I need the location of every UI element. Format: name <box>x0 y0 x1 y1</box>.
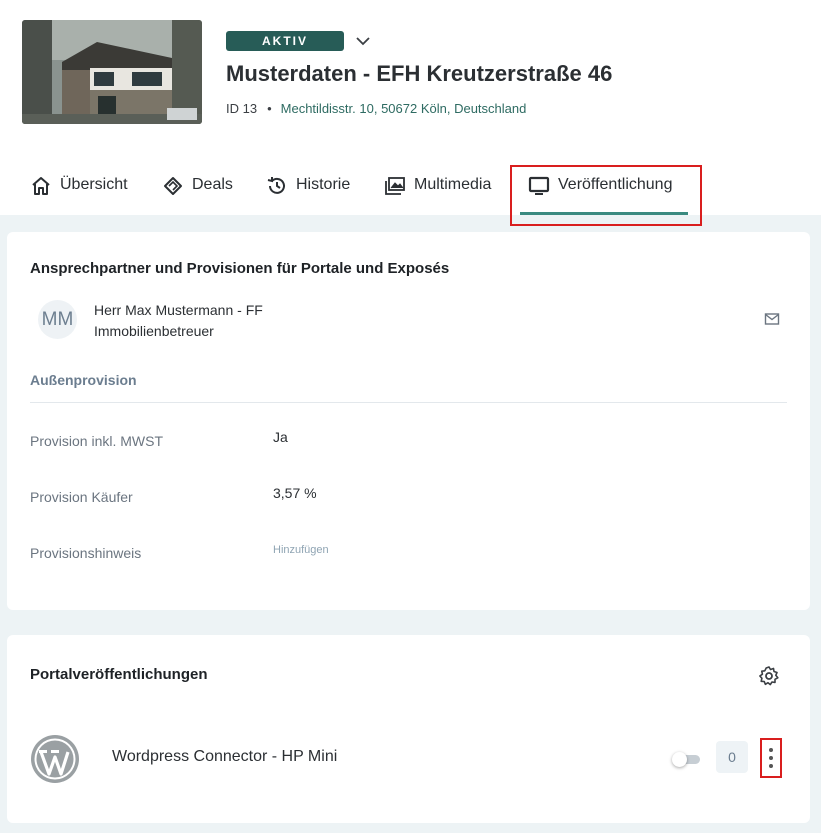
handshake-icon <box>164 177 182 195</box>
row-value: 3,57 % <box>273 485 317 501</box>
row-label: Provisionshinweis <box>30 545 142 561</box>
row-label: Provision inkl. MWST <box>30 433 164 449</box>
add-note-link[interactable]: Hinzufügen <box>273 544 329 556</box>
contact-commission-card: Ansprechpartner und Provisionen für Port… <box>7 232 810 610</box>
wordpress-icon <box>31 735 79 783</box>
active-tab-highlight-box <box>510 165 702 226</box>
avatar[interactable]: MM <box>38 300 77 339</box>
status-badge[interactable]: AKTIV <box>226 31 344 51</box>
mail-icon[interactable] <box>764 312 780 326</box>
card-title: Ansprechpartner und Provisionen für Port… <box>30 260 450 277</box>
row-value: Ja <box>273 429 288 445</box>
property-title: Musterdaten - EFH Kreutzerstraße 46 <box>226 61 613 86</box>
tab-label: Multimedia <box>414 176 492 193</box>
publish-toggle[interactable] <box>672 752 702 767</box>
home-icon <box>32 177 50 195</box>
portal-publications-card: Portalveröffentlichungen Wordpress Conne… <box>7 635 810 823</box>
contact-name[interactable]: Herr Max Mustermann - FF <box>94 302 263 318</box>
chevron-down-icon[interactable] <box>354 32 372 50</box>
divider <box>30 402 787 403</box>
property-header: AKTIV Musterdaten - EFH Kreutzerstraße 4… <box>0 0 821 226</box>
more-options-icon[interactable] <box>760 738 782 778</box>
publication-count-badge: 0 <box>716 741 748 773</box>
card-title: Portalveröffentlichungen <box>30 666 208 683</box>
images-icon <box>385 177 405 195</box>
property-id: ID 13 <box>226 101 258 116</box>
tab-uebersicht[interactable]: Übersicht <box>30 176 128 212</box>
tab-deals[interactable]: Deals <box>162 176 233 212</box>
history-icon <box>267 177 285 194</box>
property-address-link[interactable]: Mechtildisstr. 10, 50672 Köln, Deutschla… <box>281 101 527 116</box>
tab-historie[interactable]: Historie <box>266 176 350 212</box>
tab-label: Historie <box>296 176 351 193</box>
property-meta: ID 13 • Mechtildisstr. 10, 50672 Köln, Deu… <box>226 101 526 116</box>
portal-name: Wordpress Connector - HP Mini <box>112 748 338 765</box>
gear-icon[interactable] <box>758 665 780 687</box>
tab-multimedia[interactable]: Multimedia <box>384 176 491 212</box>
separator-dot: • <box>267 101 272 116</box>
contact-role: Immobilienbetreuer <box>94 323 214 339</box>
tab-label: Übersicht <box>60 176 128 193</box>
row-label: Provision Käufer <box>30 489 133 505</box>
property-photo <box>22 20 202 124</box>
section-label: Außenprovision <box>30 372 137 388</box>
toggle-knob <box>672 752 687 767</box>
tab-label: Deals <box>192 176 233 193</box>
